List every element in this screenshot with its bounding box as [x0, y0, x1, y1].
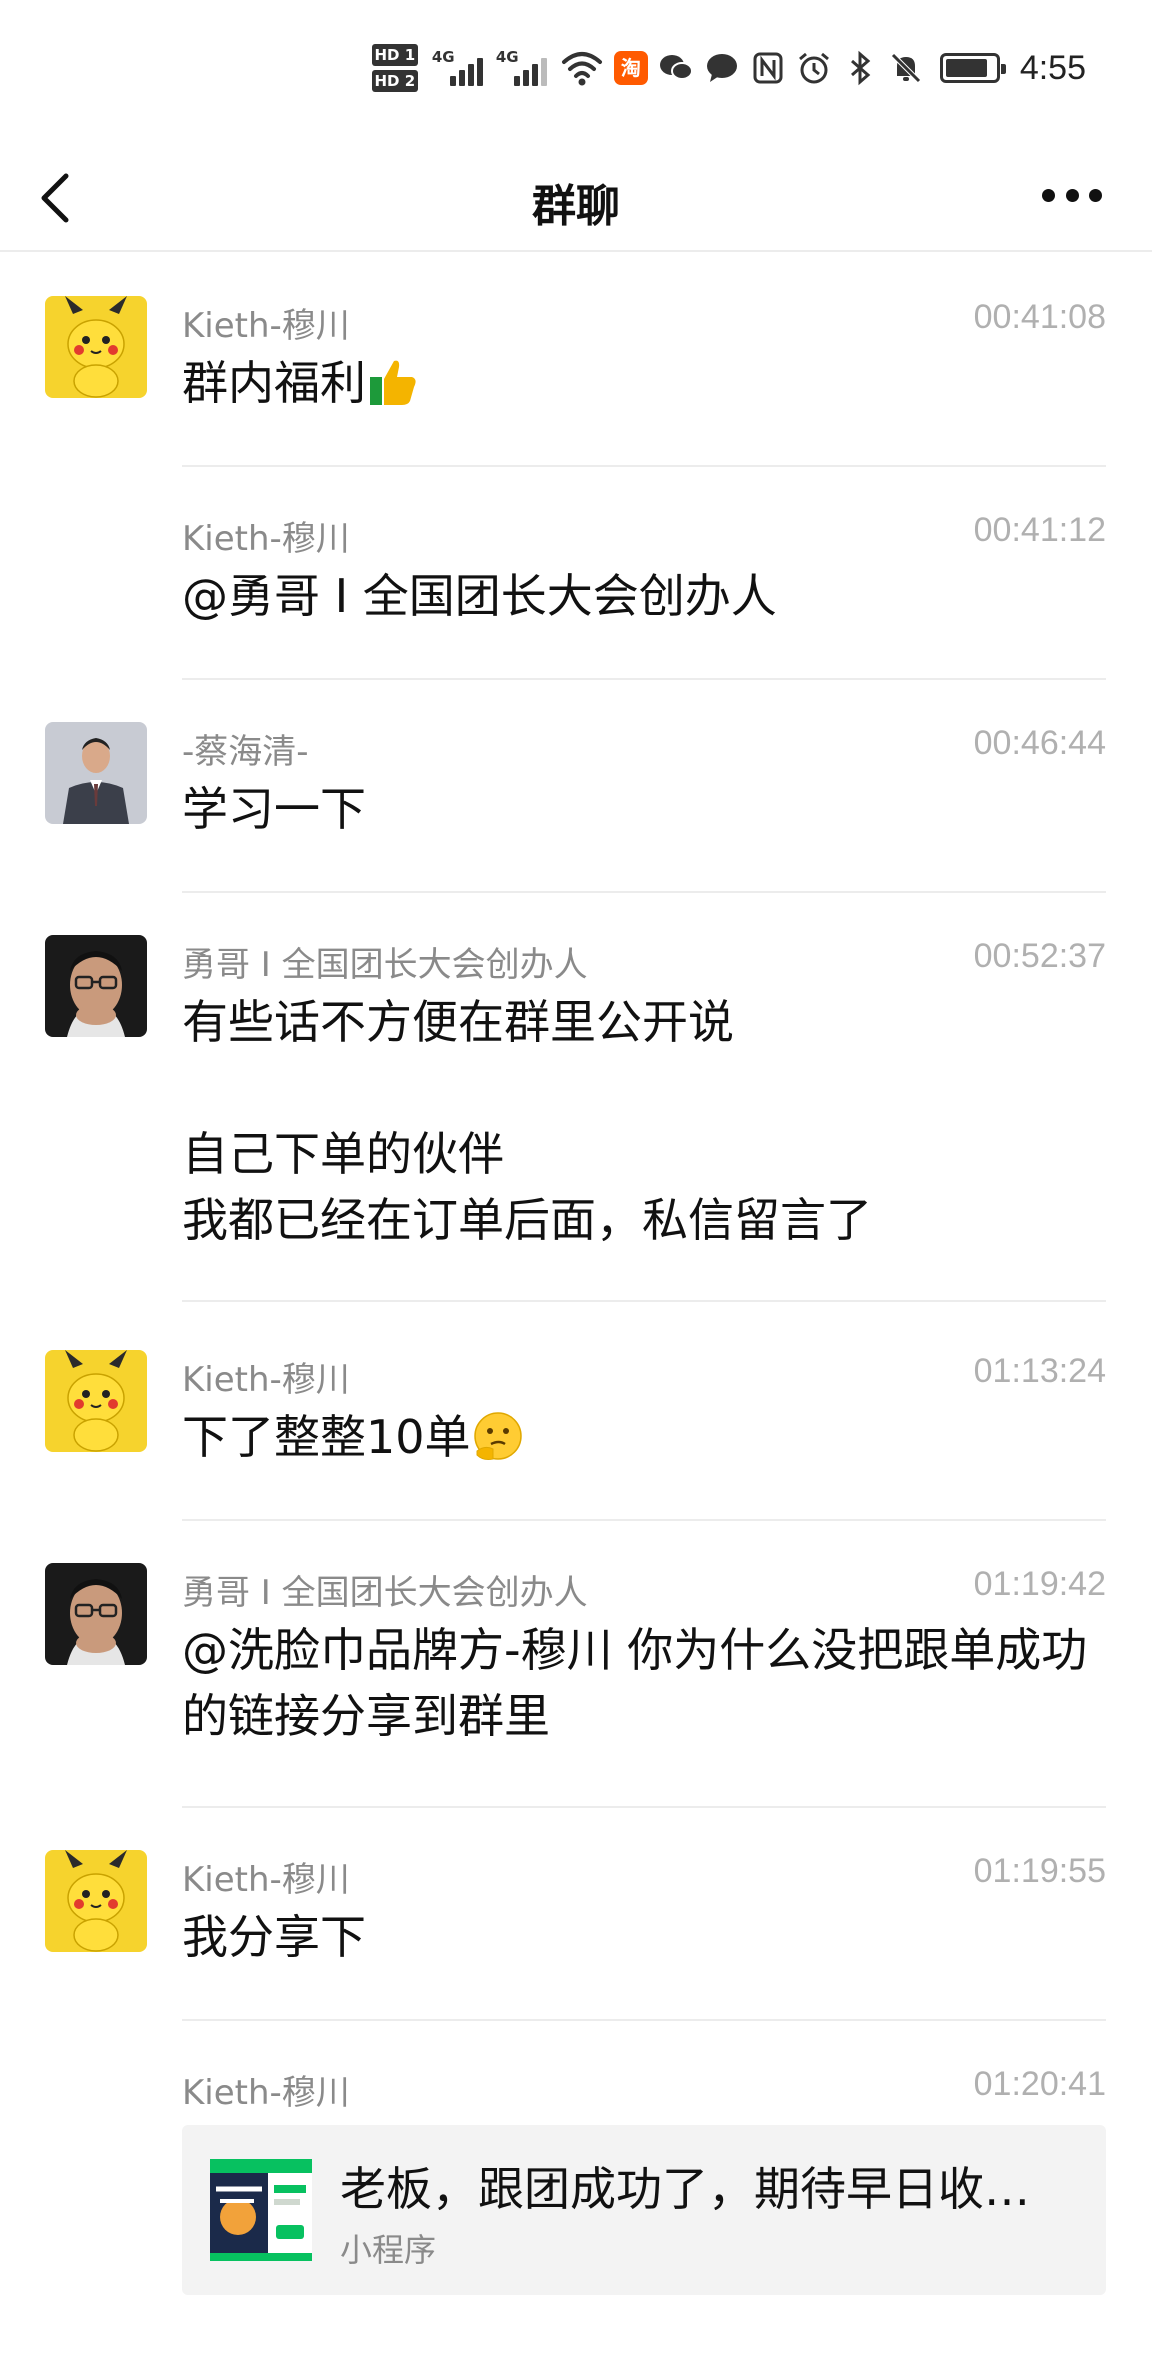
message-text: 群内福利: [182, 350, 1112, 416]
message-time: 01:13:24: [973, 1352, 1106, 1390]
sender-name: Kieth-穆川: [182, 1860, 350, 1900]
thumbs-up-emoji-icon: [370, 360, 416, 405]
alarm-icon: [798, 52, 829, 84]
battery-icon: [939, 53, 1006, 83]
message-text: @洗脸巾品牌方-穆川 你为什么没把跟单成功的链接分享到群里: [182, 1623, 1088, 1743]
mini-program-label: 小程序: [340, 2231, 437, 2269]
sender-name: 勇哥 I 全国团长大会创办人: [182, 1573, 588, 1613]
message-divider: [182, 678, 1106, 680]
network-type-2: 4G: [495, 48, 519, 66]
message-time: 01:19:42: [973, 1565, 1106, 1603]
avatar-pikachu[interactable]: [45, 1850, 147, 1952]
status-time: 4:55: [1019, 48, 1086, 87]
sender-name: 勇哥 I 全国团长大会创办人: [182, 945, 588, 985]
message-icon: [706, 54, 737, 82]
message-text: 有些话不方便在群里公开说 自己下单的伙伴 我都已经在订单后面，私信留言了: [182, 995, 872, 1247]
nav-bar: 群聊: [0, 140, 1152, 252]
message-time: 00:41:12: [973, 511, 1106, 549]
signal-icon-2: 4G: [496, 48, 550, 88]
bluetooth-icon: [850, 50, 871, 86]
taobao-app-icon: 淘: [613, 51, 648, 85]
nfc-icon: [753, 52, 783, 84]
message-divider: [182, 465, 1106, 467]
wechat-icon: [659, 55, 693, 80]
more-options-icon[interactable]: [1042, 180, 1102, 210]
message-text: @勇哥 I 全国团长大会创办人: [182, 569, 777, 623]
sender-name: Kieth-穆川: [182, 1360, 350, 1400]
signal-icon: 4G: [432, 48, 486, 88]
message-time: 00:46:44: [973, 724, 1106, 762]
message-time: 01:19:55: [973, 1852, 1106, 1890]
message-divider: [182, 1519, 1106, 1521]
message-text: 下了整整10单: [182, 1404, 1112, 1470]
mini-program-title: 老板，跟团成功了，期待早日收…: [340, 2162, 1030, 2216]
page-title: 群聊: [532, 181, 620, 232]
avatar-man-glasses[interactable]: [45, 1563, 147, 1665]
message-text: 学习一下: [182, 782, 366, 836]
message-text: 我分享下: [182, 1910, 366, 1964]
avatar-man-glasses[interactable]: [45, 935, 147, 1037]
message-divider: [182, 1300, 1106, 1302]
message-time: 00:52:37: [973, 937, 1106, 975]
mini-program-card[interactable]: 老板，跟团成功了，期待早日收… 小程序: [182, 2125, 1106, 2295]
message-divider: [182, 2019, 1106, 2021]
message-time: 01:20:41: [973, 2065, 1106, 2103]
mute-icon: [891, 53, 921, 83]
sender-name: Kieth-穆川: [182, 306, 350, 346]
avatar-pikachu[interactable]: [45, 1350, 147, 1452]
message-time: 00:41:08: [973, 298, 1106, 336]
thinking-emoji-icon: [473, 1412, 522, 1460]
message-text-content: 群内福利: [182, 356, 366, 410]
avatar-pikachu[interactable]: [45, 296, 147, 398]
wifi-icon: [561, 52, 602, 86]
message-divider: [182, 1806, 1106, 1808]
status-icons: HD 1 HD 2 4G 4G 淘 4:55: [371, 38, 1086, 98]
sender-name: Kieth-穆川: [182, 519, 350, 559]
network-type-1: 4G: [431, 48, 455, 66]
message-text-content: 下了整整10单: [182, 1410, 471, 1464]
sender-name: Kieth-穆川: [182, 2073, 350, 2113]
hd1-badge: HD 1: [371, 44, 418, 66]
mini-program-thumbnail: [210, 2159, 312, 2261]
hd2-badge: HD 2: [371, 70, 418, 92]
message-divider: [182, 891, 1106, 893]
sender-name: -蔡海清-: [182, 732, 309, 772]
hd-indicator: HD 1 HD 2: [371, 44, 418, 92]
avatar-man-suit[interactable]: [45, 722, 147, 824]
status-bar: HD 1 HD 2 4G 4G 淘 4:55: [0, 0, 1152, 140]
